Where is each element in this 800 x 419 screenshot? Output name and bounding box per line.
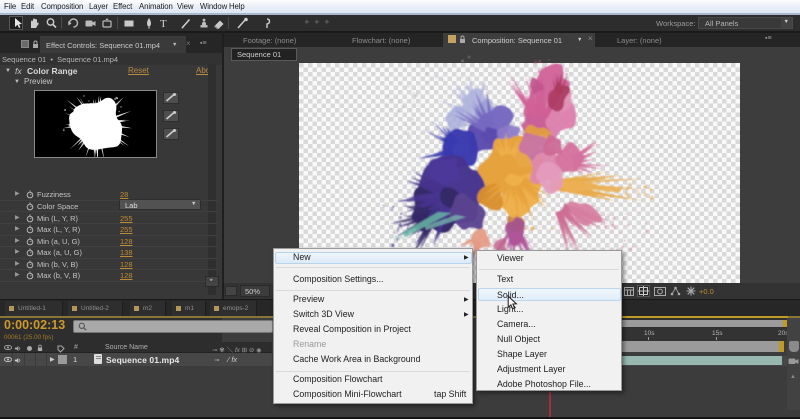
svg-text:T: T	[160, 18, 167, 30]
